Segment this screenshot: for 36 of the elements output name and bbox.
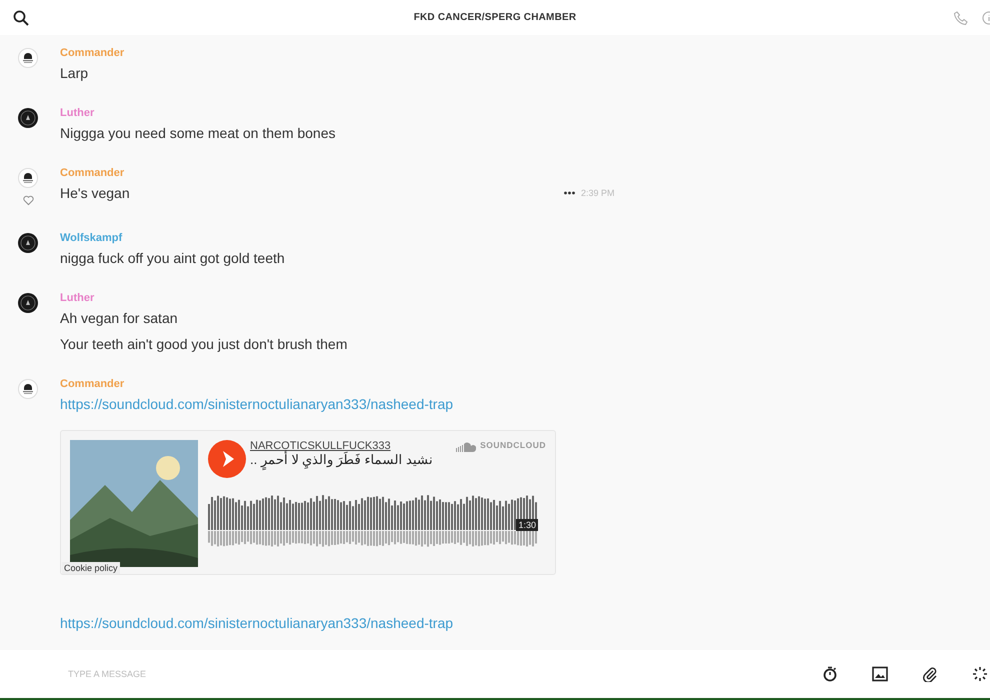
message-text: Ah vegan for satan	[60, 310, 179, 326]
message-link[interactable]: https://soundcloud.com/sinisternoctulianaryan333/nasheed-trap	[60, 615, 454, 631]
avatar-icon	[18, 168, 38, 188]
author-name[interactable]: Wolfskampf	[60, 232, 285, 244]
cloud-icon	[456, 442, 476, 452]
message-time: 2:39 PM	[581, 188, 615, 198]
chat-title: FKD CANCER/SPERG CHAMBER	[414, 12, 576, 23]
avatar-icon	[18, 293, 38, 313]
message-text: Larp	[60, 65, 90, 81]
search-icon[interactable]	[13, 10, 29, 26]
paperclip-icon[interactable]	[922, 666, 938, 682]
track-duration: 1:30	[516, 519, 538, 531]
brand-label: SOUNDCLOUD	[480, 440, 546, 450]
author-name[interactable]: Luther	[60, 292, 348, 304]
message-text: nigga fuck off you aint got gold teeth	[60, 250, 285, 266]
image-icon[interactable]	[872, 666, 888, 682]
author-name[interactable]: Luther	[60, 107, 336, 119]
message-input[interactable]: TYPE A MESSAGE	[66, 668, 370, 680]
message-text: Niggga you need some meat on them bones	[60, 125, 336, 141]
message-text: He's vegan	[60, 185, 130, 201]
avatar-icon	[18, 48, 38, 68]
more-icon[interactable]	[564, 191, 575, 195]
author-name[interactable]: Commander	[60, 378, 556, 390]
track-user[interactable]: NARCOTICSKULLFUCK333	[250, 440, 433, 452]
play-button[interactable]	[208, 440, 246, 478]
timer-icon[interactable]	[822, 666, 838, 682]
message-text: Your teeth ain't good you just don't brush them	[60, 336, 348, 352]
avatar-icon	[18, 379, 38, 399]
author-name[interactable]: Commander	[60, 47, 124, 59]
heart-icon[interactable]	[22, 195, 34, 206]
avatar-icon	[18, 108, 38, 128]
message-link[interactable]: https://soundcloud.com/sinisternoctulianaryan333/nasheed-trap	[60, 396, 454, 412]
author-name[interactable]: Commander	[60, 167, 130, 179]
cookie-policy-link[interactable]: Cookie policy	[62, 562, 120, 574]
loading-icon[interactable]	[972, 666, 988, 682]
avatar-icon	[18, 233, 38, 253]
